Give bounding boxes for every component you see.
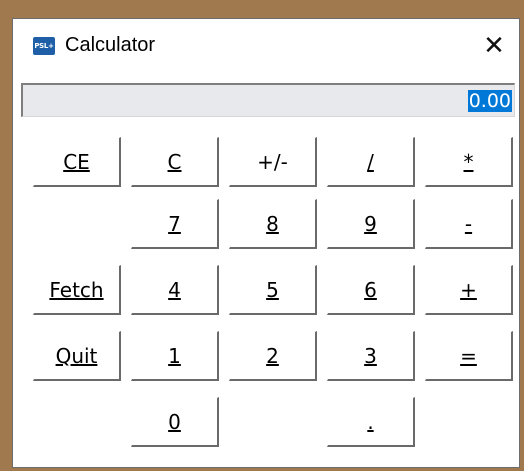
clear-button[interactable]: C	[131, 137, 219, 187]
display-field[interactable]: 0.00	[21, 83, 515, 117]
decimal-button[interactable]: .	[327, 397, 415, 447]
nine-button[interactable]: 9	[327, 199, 415, 249]
divide-button[interactable]: /	[327, 137, 415, 187]
negate-button[interactable]: +/-	[229, 137, 317, 187]
fetch-button[interactable]: Fetch	[33, 265, 121, 315]
close-button[interactable]: ✕	[469, 23, 519, 69]
two-button[interactable]: 2	[229, 331, 317, 381]
one-button[interactable]: 1	[131, 331, 219, 381]
calculator-window: PSL+ Calculator ✕ 0.00 CE C +/- / * 7 8 …	[12, 18, 520, 468]
psl-app-icon: PSL+	[33, 37, 55, 55]
multiply-button[interactable]: *	[425, 137, 513, 187]
close-icon: ✕	[483, 31, 505, 61]
zero-button[interactable]: 0	[131, 397, 219, 447]
seven-button[interactable]: 7	[131, 199, 219, 249]
window-title: Calculator	[65, 34, 156, 56]
add-button[interactable]: +	[425, 265, 513, 315]
four-button[interactable]: 4	[131, 265, 219, 315]
title-bar[interactable]: PSL+ Calculator ✕	[13, 19, 519, 77]
six-button[interactable]: 6	[327, 265, 415, 315]
quit-button[interactable]: Quit	[33, 331, 121, 381]
display-value: 0.00	[467, 90, 512, 112]
subtract-button[interactable]: -	[425, 199, 513, 249]
equals-button[interactable]: =	[425, 331, 513, 381]
five-button[interactable]: 5	[229, 265, 317, 315]
ce-button[interactable]: CE	[33, 137, 121, 187]
three-button[interactable]: 3	[327, 331, 415, 381]
eight-button[interactable]: 8	[229, 199, 317, 249]
